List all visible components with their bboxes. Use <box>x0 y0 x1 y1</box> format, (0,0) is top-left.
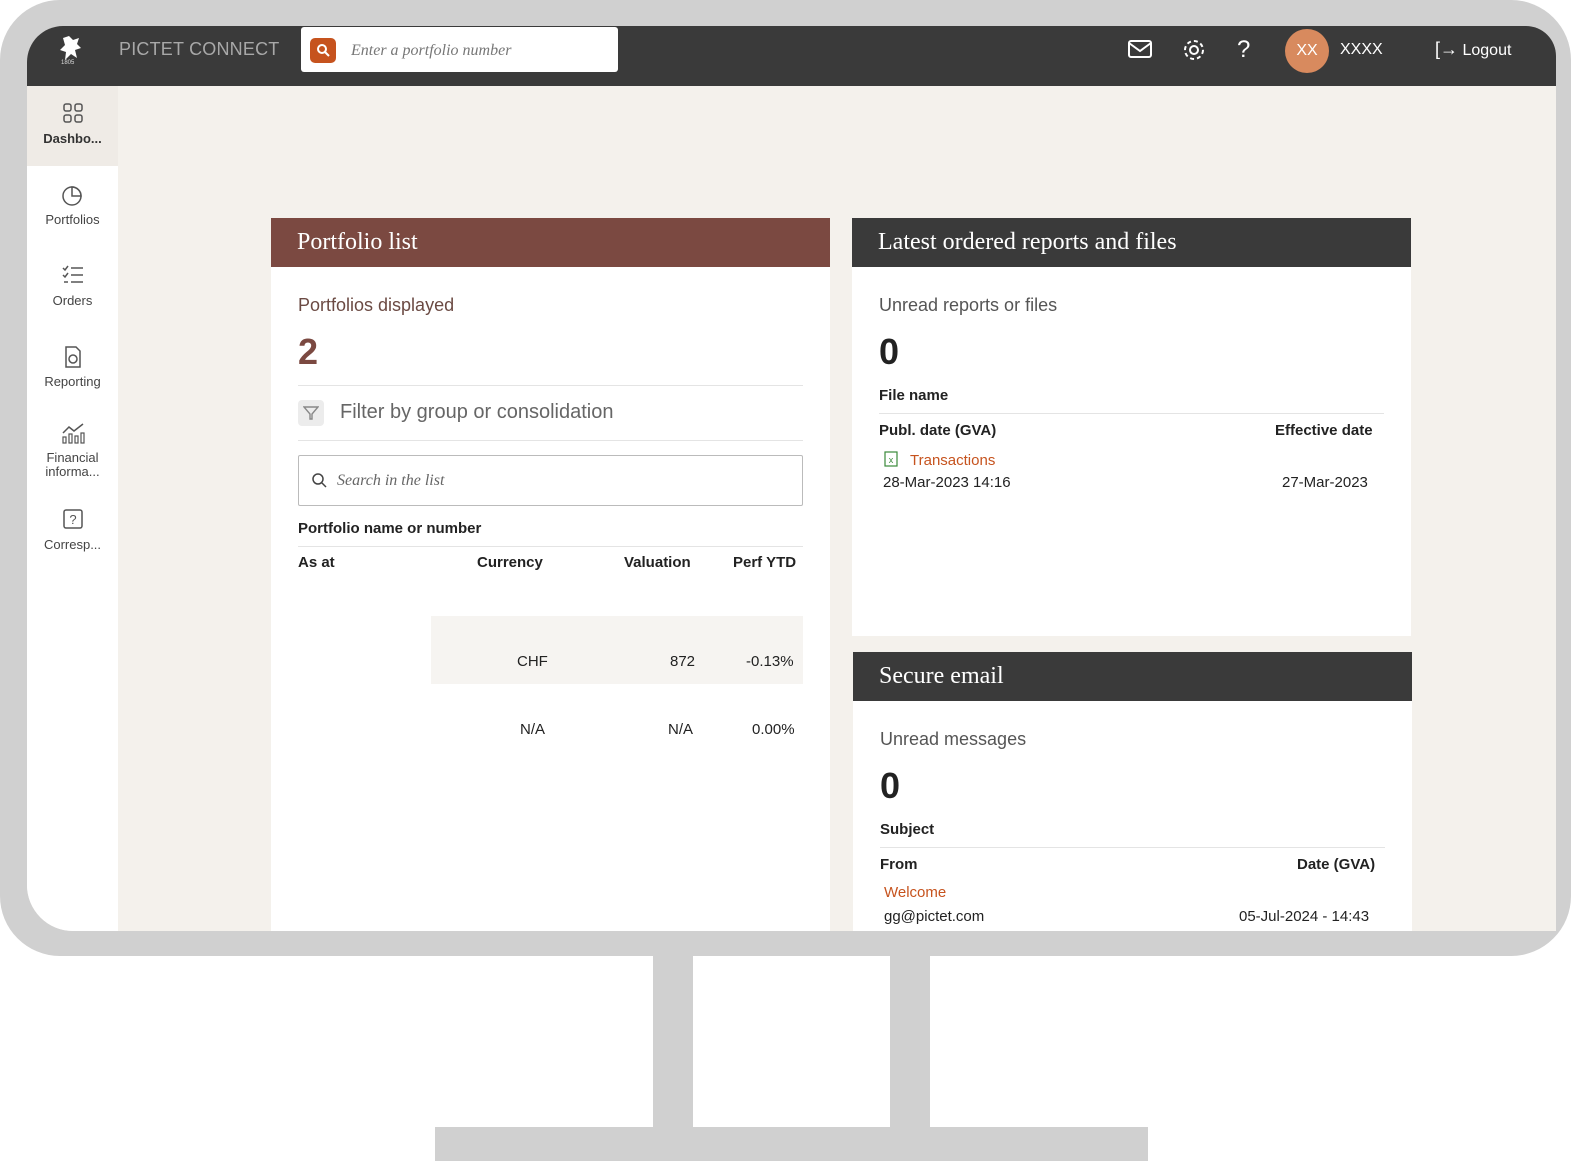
search-icon <box>311 472 327 493</box>
divider <box>298 440 803 441</box>
sidebar-item-orders[interactable]: Orders <box>27 264 118 308</box>
sidebar-item-financial-information[interactable]: Financial informa... <box>27 421 118 479</box>
col-from[interactable]: From <box>880 856 918 873</box>
divider <box>879 413 1384 414</box>
col-effective-date[interactable]: Effective date <box>1275 422 1373 439</box>
username[interactable]: XXXX <box>1340 41 1383 59</box>
excel-file-icon: x <box>883 451 899 472</box>
sidebar-item-label: Financial informa... <box>45 450 100 479</box>
unread-reports-label: Unread reports or files <box>879 295 1058 315</box>
portfolio-list-title: Portfolio list <box>271 218 830 267</box>
grid-icon <box>27 102 118 132</box>
sidebar-item-reporting[interactable]: Reporting <box>27 345 118 389</box>
row-perf: 0.00% <box>752 721 795 738</box>
email-date: 05-Jul-2024 - 14:43 <box>1239 908 1370 925</box>
col-as-at[interactable]: As at <box>298 554 335 571</box>
secure-email-card: Secure email Unread messages 0 Subject F… <box>853 652 1412 931</box>
chart-icon <box>27 421 118 451</box>
portfolios-displayed-count: 2 <box>298 331 319 372</box>
logout-button[interactable]: [→ Logout <box>1435 39 1511 60</box>
top-bar: 1805 PICTET CONNECT ? XX XXXX [→ Logout <box>27 26 1556 86</box>
question-icon: ? <box>27 508 118 538</box>
row-valuation: N/A <box>668 721 694 738</box>
logout-icon: [→ <box>1435 39 1459 59</box>
email-subject-welcome[interactable]: Welcome <box>884 884 946 901</box>
sidebar-item-correspondence[interactable]: ? Corresp... <box>27 508 118 552</box>
divider <box>298 546 803 547</box>
unread-reports-count: 0 <box>879 331 900 372</box>
list-search-input[interactable] <box>335 468 759 494</box>
latest-reports-title: Latest ordered reports and files <box>852 218 1411 267</box>
col-date-gva[interactable]: Date (GVA) <box>1297 856 1375 873</box>
portfolio-search-input[interactable] <box>349 37 603 65</box>
row-perf: -0.13% <box>746 653 794 670</box>
col-currency[interactable]: Currency <box>477 554 543 571</box>
row-name-cell <box>298 616 431 684</box>
secure-email-title: Secure email <box>853 652 1412 701</box>
sidebar-item-label: Orders <box>52 293 93 308</box>
screen: 1805 PICTET CONNECT ? XX XXXX [→ Logout … <box>27 26 1556 931</box>
filter-group-consolidation[interactable]: Filter by group or consolidation <box>340 401 613 424</box>
monitor-stand-left <box>653 955 693 1130</box>
unread-messages-count: 0 <box>880 765 901 806</box>
brand-name[interactable]: PICTET CONNECT <box>119 39 279 60</box>
report-icon <box>27 345 118 375</box>
monitor-stand-base <box>435 1127 1148 1161</box>
checklist-icon <box>27 264 118 294</box>
list-search <box>298 455 803 506</box>
sidebar: Dashbo... Portfolios Orders Reporting Fi… <box>27 86 118 931</box>
sidebar-item-label: Dashbo... <box>43 131 102 146</box>
svg-text:?: ? <box>69 512 76 527</box>
report-link-transactions[interactable]: Transactions <box>910 452 995 469</box>
svg-text:x: x <box>889 455 894 465</box>
report-effective-date: 27-Mar-2023 <box>1282 474 1368 491</box>
email-from: gg@pictet.com <box>884 908 985 925</box>
sidebar-item-label: Reporting <box>44 374 101 389</box>
col-valuation[interactable]: Valuation <box>624 554 691 571</box>
gear-icon[interactable] <box>1182 38 1206 68</box>
col-subject[interactable]: Subject <box>880 821 934 838</box>
pie-chart-icon <box>27 183 118 213</box>
filter-icon[interactable] <box>298 400 324 426</box>
row-valuation: 872 <box>670 653 696 670</box>
portfolio-list-card: Portfolio list Portfolios displayed 2 Fi… <box>271 218 830 931</box>
sidebar-item-portfolios[interactable]: Portfolios <box>27 183 118 227</box>
row-currency: CHF <box>517 653 548 670</box>
search-icon[interactable] <box>310 38 336 63</box>
unread-messages-label: Unread messages <box>880 729 1027 749</box>
col-file-name[interactable]: File name <box>879 387 948 404</box>
divider <box>298 385 803 386</box>
col-perf-ytd[interactable]: Perf YTD <box>733 554 796 571</box>
table-row[interactable]: CHF 872 -0.13% <box>298 616 803 684</box>
row-currency: N/A <box>520 721 546 738</box>
mail-icon[interactable] <box>1127 38 1153 66</box>
monitor-stand-right <box>890 955 930 1130</box>
sidebar-item-dashboard[interactable]: Dashbo... <box>27 86 118 166</box>
col-portfolio-name[interactable]: Portfolio name or number <box>298 520 481 537</box>
avatar[interactable]: XX <box>1285 29 1329 73</box>
logout-label: Logout <box>1462 42 1512 59</box>
logo-year: 1805 <box>61 60 75 66</box>
portfolio-search <box>301 27 618 72</box>
latest-reports-card: Latest ordered reports and files Unread … <box>852 218 1411 636</box>
report-publ-date: 28-Mar-2023 14:16 <box>883 474 1011 491</box>
table-row[interactable]: N/A N/A 0.00% <box>298 684 803 752</box>
portfolios-displayed-label: Portfolios displayed <box>298 295 455 315</box>
sidebar-item-label: Portfolios <box>45 212 100 227</box>
help-icon[interactable]: ? <box>1237 36 1250 64</box>
col-publ-date[interactable]: Publ. date (GVA) <box>879 422 996 439</box>
sidebar-item-label: Corresp... <box>43 537 102 552</box>
divider <box>880 847 1385 848</box>
